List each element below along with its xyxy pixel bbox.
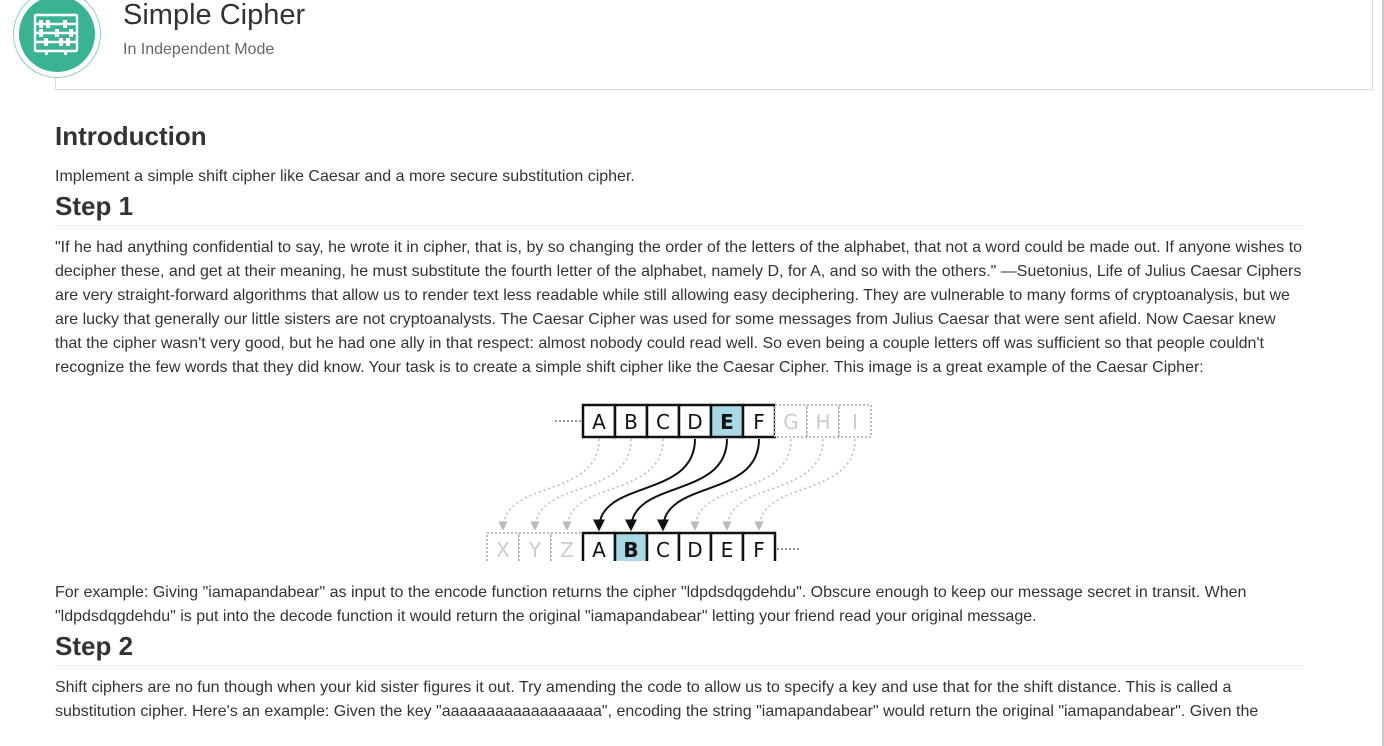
bottom-faded-letter: Z [560, 538, 574, 561]
top-faded-letter: I [852, 410, 858, 434]
bottom-faded-letter: Y [528, 538, 542, 561]
mode-label: In Independent Mode [123, 41, 275, 58]
shift-arrow [625, 438, 728, 532]
bottom-letter: F [753, 538, 765, 561]
faded-shift-arrow [530, 438, 632, 531]
bottom-letter: A [592, 538, 606, 561]
top-faded-letter: H [815, 410, 830, 434]
exercise-title: Simple Cipher [123, 0, 306, 31]
introduction-text: Implement a simple shift cipher like Cae… [55, 168, 635, 185]
abacus-icon [33, 13, 79, 55]
top-letter: F [753, 410, 765, 434]
shift-arrow [657, 438, 760, 532]
top-letter: E [720, 410, 734, 434]
bottom-letter: C [656, 538, 670, 561]
caesar-cipher-diagram: ABCDEFGHIXYZABCDEF [55, 393, 1303, 581]
top-letter: B [624, 410, 638, 434]
bottom-letter: E [721, 538, 734, 561]
step-2-heading: Step 2 [55, 629, 1303, 666]
bottom-letter: B [623, 538, 638, 561]
faded-shift-arrow [690, 438, 792, 531]
top-letter: C [656, 410, 670, 434]
introduction-heading: Introduction [55, 121, 207, 151]
shift-arrow [593, 438, 696, 532]
faded-shift-arrow [562, 438, 664, 531]
top-faded-letter: G [783, 410, 799, 434]
step-1-text: "If he had anything confidential to say,… [55, 239, 1303, 376]
faded-shift-arrow [498, 438, 600, 531]
step-1-example-text: For example: Giving "iamapandabear" as i… [55, 584, 1247, 625]
faded-shift-arrow [754, 438, 856, 531]
bottom-letter: D [687, 538, 702, 561]
step-2-text: Shift ciphers are no fun though when you… [55, 679, 1259, 720]
top-letter: D [687, 410, 702, 434]
bottom-faded-letter: X [496, 538, 510, 561]
top-letter: A [592, 410, 606, 434]
faded-shift-arrow [722, 438, 824, 531]
step-1-heading: Step 1 [55, 189, 1303, 226]
exercise-description: Introduction Implement a simple shift ci… [55, 118, 1303, 724]
